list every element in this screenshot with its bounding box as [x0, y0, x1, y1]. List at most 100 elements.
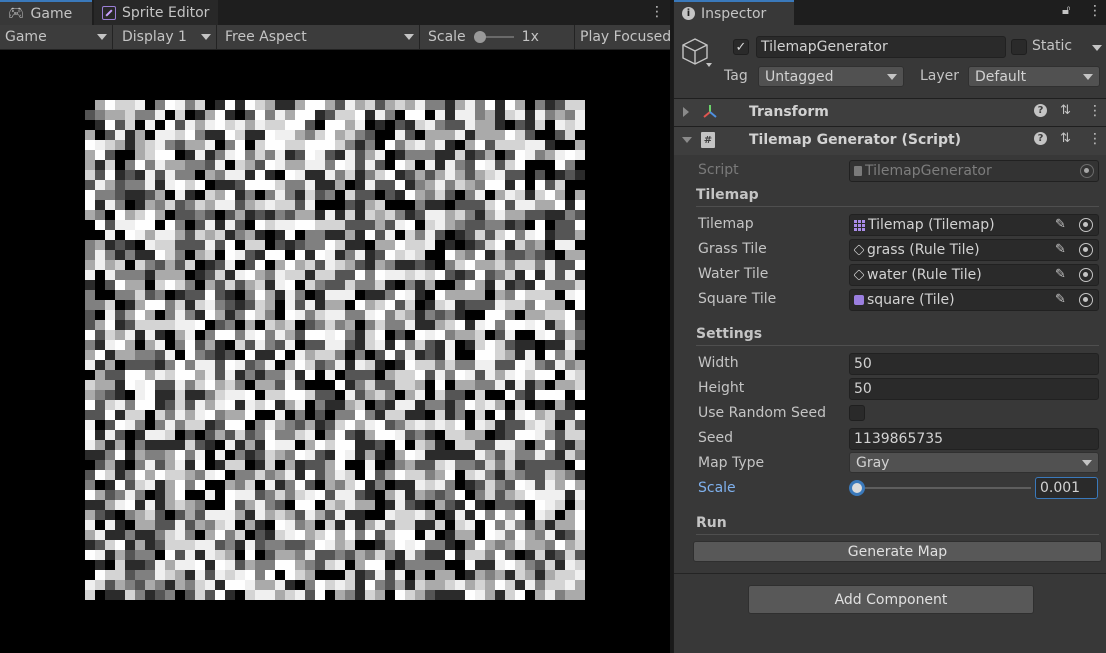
active-toggle-checkbox[interactable]: ✓: [733, 39, 749, 55]
noise-tile: [225, 500, 235, 510]
noise-tile: [455, 520, 465, 530]
noise-tile: [375, 550, 385, 560]
width-field[interactable]: 50: [849, 353, 1099, 375]
gameobject-name-field[interactable]: TilemapGenerator: [756, 36, 1006, 58]
more-options-icon[interactable]: ⋮: [1088, 3, 1102, 19]
game-scale-slider[interactable]: [473, 31, 514, 43]
object-picker-icon[interactable]: [1079, 243, 1093, 257]
noise-tile: [365, 440, 375, 450]
more-options-icon[interactable]: ⋮: [1088, 103, 1102, 119]
display-dropdown[interactable]: Display 1: [117, 25, 217, 49]
noise-tile: [235, 540, 245, 550]
noise-tile: [515, 140, 525, 150]
tag-dropdown[interactable]: Untagged: [758, 66, 904, 87]
preset-sliders-icon[interactable]: ⇅: [1060, 131, 1071, 146]
pencil-edit-icon[interactable]: ✎: [1055, 242, 1066, 257]
object-picker-icon[interactable]: [1079, 293, 1093, 307]
help-icon[interactable]: ?: [1034, 132, 1047, 145]
tab-inspector[interactable]: i Inspector: [674, 0, 794, 25]
object-picker-icon[interactable]: [1079, 218, 1093, 232]
tab-sprite-editor[interactable]: Sprite Editor: [94, 0, 218, 25]
noise-tile: [405, 470, 415, 480]
noise-tile: [395, 330, 405, 340]
slider-thumb[interactable]: [849, 480, 865, 496]
static-dropdown-caret[interactable]: [1092, 45, 1102, 51]
noise-tile: [575, 590, 585, 600]
noise-tile: [95, 350, 105, 360]
view-mode-dropdown[interactable]: Game: [0, 25, 113, 49]
use-random-seed-checkbox[interactable]: [849, 405, 865, 421]
noise-tile: [215, 560, 225, 570]
noise-tile: [495, 380, 505, 390]
map-type-dropdown[interactable]: Gray: [849, 452, 1099, 473]
pencil-edit-icon[interactable]: ✎: [1055, 267, 1066, 282]
noise-tile: [245, 120, 255, 130]
noise-tile: [355, 140, 365, 150]
noise-tile: [325, 590, 335, 600]
noise-tile: [405, 350, 415, 360]
noise-tile: [255, 270, 265, 280]
noise-tile: [265, 250, 275, 260]
preset-sliders-icon[interactable]: ⇅: [1060, 103, 1071, 118]
noise-tile: [105, 140, 115, 150]
generate-map-button[interactable]: Generate Map: [693, 541, 1102, 562]
noise-tile: [355, 150, 365, 160]
foldout-arrow-icon[interactable]: [682, 137, 692, 143]
info-icon: i: [682, 7, 695, 20]
noise-tile: [145, 470, 155, 480]
height-field[interactable]: 50: [849, 378, 1099, 400]
noise-tile: [395, 500, 405, 510]
noise-tile: [355, 390, 365, 400]
noise-tile: [535, 370, 545, 380]
game-toolbar: Game Display 1 Free Aspect Scale 1x Play…: [0, 25, 670, 50]
noise-tile: [285, 570, 295, 580]
noise-tile: [265, 230, 275, 240]
help-icon[interactable]: ?: [1034, 104, 1047, 117]
noise-tile: [375, 310, 385, 320]
noise-tile: [345, 250, 355, 260]
noise-tile: [445, 340, 455, 350]
noise-tile: [385, 230, 395, 240]
noise-tile: [145, 270, 155, 280]
noise-tile: [305, 590, 315, 600]
object-picker-icon[interactable]: [1079, 268, 1093, 282]
script-component-header[interactable]: # Tilemap Generator (Script) ? ⇅ ⋮: [674, 126, 1106, 155]
noise-tile: [135, 360, 145, 370]
lock-icon[interactable]: 🔓︎: [1062, 3, 1070, 18]
noise-tile: [325, 290, 335, 300]
tab-game[interactable]: 🎮︎ Game: [0, 0, 92, 25]
aspect-dropdown[interactable]: Free Aspect: [220, 25, 420, 49]
layer-dropdown[interactable]: Default: [968, 66, 1100, 87]
static-checkbox[interactable]: [1011, 39, 1027, 55]
scale-value-field[interactable]: 0.001: [1035, 477, 1098, 499]
noise-tile: [505, 460, 515, 470]
noise-tile: [365, 420, 375, 430]
noise-tile: [575, 500, 585, 510]
pencil-edit-icon[interactable]: ✎: [1055, 292, 1066, 307]
noise-tile: [235, 100, 245, 110]
slider-thumb[interactable]: [473, 31, 486, 43]
noise-tile: [575, 560, 585, 570]
noise-tile: [325, 280, 335, 290]
noise-tile: [265, 160, 275, 170]
noise-tile: [225, 360, 235, 370]
noise-tile: [315, 350, 325, 360]
noise-tile: [125, 230, 135, 240]
noise-tile: [415, 430, 425, 440]
add-component-button[interactable]: Add Component: [748, 585, 1034, 614]
pencil-edit-icon[interactable]: ✎: [1055, 217, 1066, 232]
more-options-icon[interactable]: ⋮: [650, 3, 664, 21]
play-mode-dropdown[interactable]: Play Focused: [574, 25, 670, 49]
seed-field[interactable]: 1139865735: [849, 428, 1099, 450]
transform-component-header[interactable]: Transform ? ⇅ ⋮: [674, 98, 1106, 127]
gameobject-cube-icon[interactable]: [682, 36, 712, 68]
noise-tile: [505, 130, 515, 140]
more-options-icon[interactable]: ⋮: [1088, 131, 1102, 147]
scale-slider[interactable]: [849, 479, 1031, 497]
noise-tile: [335, 370, 345, 380]
slider-track: [849, 487, 1031, 489]
noise-tile: [505, 590, 515, 600]
noise-tile: [95, 590, 105, 600]
noise-tile: [505, 380, 515, 390]
foldout-arrow-icon[interactable]: [683, 107, 689, 117]
